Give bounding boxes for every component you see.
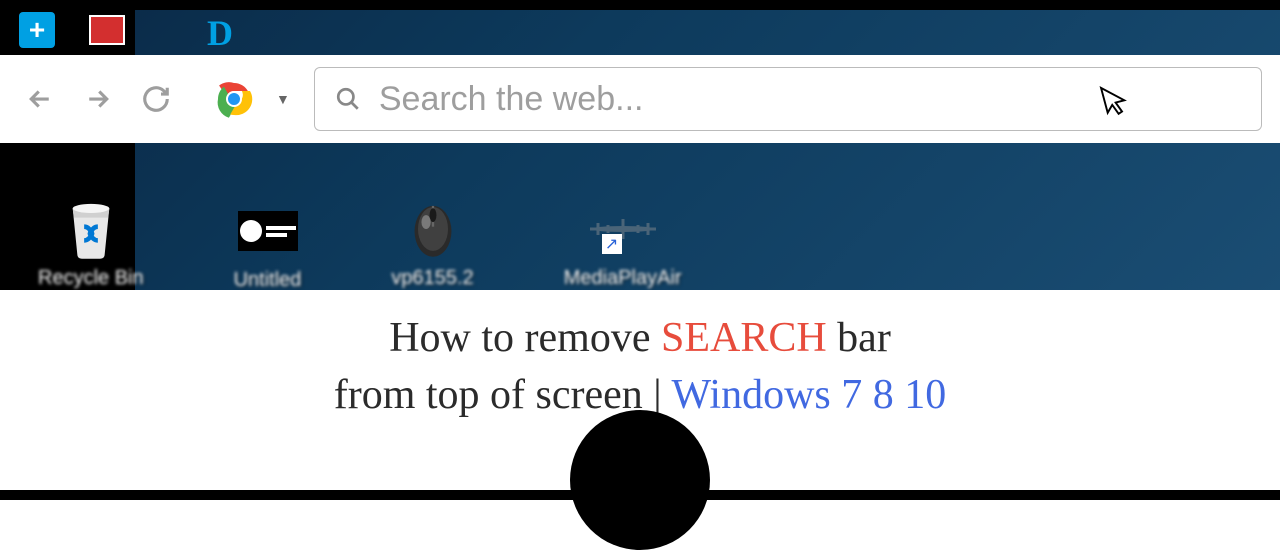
letterbox-top [0,0,1280,10]
title-highlight-search: SEARCH [661,315,827,361]
untitled-label: Untitled [234,269,302,292]
document-thumb-icon [238,211,298,251]
search-placeholder-text: Search the web... [379,80,644,119]
mediaplay-label: MediaPlayAir [564,267,682,290]
title-line-1: How to remove SEARCH bar [389,310,891,367]
reload-button[interactable] [134,77,178,121]
d-letter-icon: D [207,12,243,48]
red-square-icon [89,15,125,45]
mouse-device-icon [409,199,457,259]
search-toolbar: ▼ Search the web... [0,55,1280,143]
search-input[interactable]: Search the web... [314,67,1262,131]
chrome-logo-icon[interactable] [210,75,258,123]
title-text: bar [827,315,891,361]
app-icon-plus[interactable]: + [12,10,62,50]
app-icon-red[interactable] [82,10,132,50]
vp-label: vp6155.2 [391,267,473,290]
forward-button[interactable] [76,77,120,121]
plus-icon: + [19,12,55,48]
dropdown-arrow-icon[interactable]: ▼ [276,91,290,107]
title-highlight-windows: Windows 7 8 10 [671,372,946,418]
desktop-background: + D ▼ [0,10,1280,290]
back-button[interactable] [18,77,62,121]
reload-icon [141,84,171,114]
desktop-icons-row: Recycle Bin Untitled [0,197,720,290]
mouse-cursor-icon [1096,79,1136,129]
app-icon-d[interactable]: D [200,10,250,50]
title-text: How to remove [389,315,661,361]
recycle-bin-icon[interactable]: Recycle Bin [38,197,144,290]
recycle-bin-label: Recycle Bin [38,267,144,290]
title-text: from top of screen | [334,372,672,418]
title-area: How to remove SEARCH bar from top of scr… [0,290,1280,490]
top-desktop-icons: + D [0,10,262,50]
vp-icon[interactable]: vp6155.2 [391,197,473,290]
airplane-icon: ↗ [588,204,658,254]
letterbox-bottom [0,490,1280,500]
arrow-left-icon [25,84,55,114]
mediaplay-icon[interactable]: ↗ MediaPlayAir [564,197,682,290]
arrow-right-icon [83,84,113,114]
shortcut-arrow-icon: ↗ [602,234,622,254]
black-circle-decoration [570,410,710,550]
search-icon [335,86,361,112]
untitled-icon[interactable]: Untitled [234,199,302,292]
